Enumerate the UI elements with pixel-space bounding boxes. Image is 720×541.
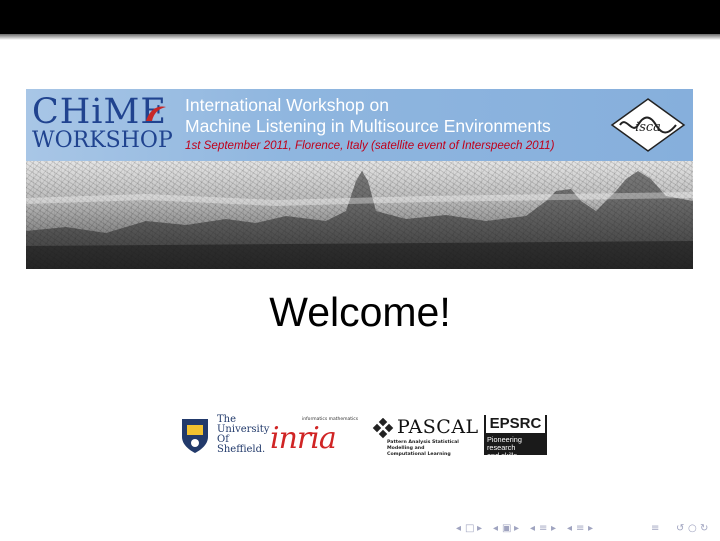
skyline-sketch <box>26 171 693 269</box>
nav-prev-slide-icon[interactable]: ◂ <box>567 523 572 535</box>
sheffield-wordmark: The University Of Sheffield. <box>217 414 270 455</box>
welcome-heading: Welcome! <box>269 289 451 335</box>
inria-logo: informatics mathematics inria <box>266 415 362 457</box>
banner-title-line1: International Workshop on <box>185 95 389 115</box>
nav-next-frame-icon[interactable]: ▸ <box>477 523 482 535</box>
nav-prev-frame-icon[interactable]: ◂ <box>456 523 461 535</box>
nav-next-section-icon[interactable]: ▸ <box>551 523 556 535</box>
nav-prev-section-icon[interactable]: ◂ <box>530 523 535 535</box>
chime-logo-subtitle: WORKSHOP <box>32 128 173 153</box>
pascal-diamond-icon <box>372 418 394 439</box>
nav-align-icon[interactable]: ≡ <box>651 523 659 535</box>
pascal-description: Pattern Analysis Statistical Modelling a… <box>387 440 459 457</box>
workshop-banner: CHiME WORKSHOP International Workshop on… <box>26 89 693 269</box>
slide-top-bar <box>0 0 720 34</box>
banner-date-line: 1st September 2011, Florence, Italy (sat… <box>185 139 555 152</box>
pascal-wordmark: PASCAL <box>397 416 479 438</box>
nav-search-icon[interactable]: ↺ <box>676 523 684 535</box>
nav-menu-icon[interactable]: ≡ <box>576 523 584 535</box>
nav-back-icon[interactable]: ○ <box>688 523 697 535</box>
nav-section-icon[interactable]: ≡ <box>539 523 547 535</box>
flame-icon <box>146 106 166 121</box>
epsrc-tagline: Pioneering research and skills <box>487 435 522 460</box>
epsrc-logo: EPSRC Pioneering research and skills <box>484 415 547 460</box>
shield-icon <box>182 419 208 453</box>
nav-next-subsection-icon[interactable]: ▸ <box>514 523 519 535</box>
banner-title-line2: Machine Listening in Multisource Environ… <box>185 116 551 136</box>
sheffield-logo: The University Of Sheffield. <box>176 415 269 457</box>
epsrc-wordmark: EPSRC <box>486 415 545 433</box>
nav-frame-icon[interactable]: □ <box>465 523 474 535</box>
nav-forward-icon[interactable]: ↻ <box>700 523 708 535</box>
isca-logo: isca <box>610 98 686 152</box>
inria-wordmark: inria <box>270 421 337 456</box>
nav-prev-subsection-icon[interactable]: ◂ <box>493 523 498 535</box>
nav-next-slide-icon[interactable]: ▸ <box>588 523 593 535</box>
pascal-logo: PASCAL Pattern Analysis Statistical Mode… <box>369 415 483 457</box>
nav-subsection-icon[interactable]: ▣ <box>502 523 511 535</box>
banner-header: CHiME WORKSHOP International Workshop on… <box>26 89 693 161</box>
florence-skyline-photo <box>26 161 693 269</box>
top-bar-shadow <box>0 34 720 40</box>
svg-text:isca: isca <box>635 120 661 135</box>
